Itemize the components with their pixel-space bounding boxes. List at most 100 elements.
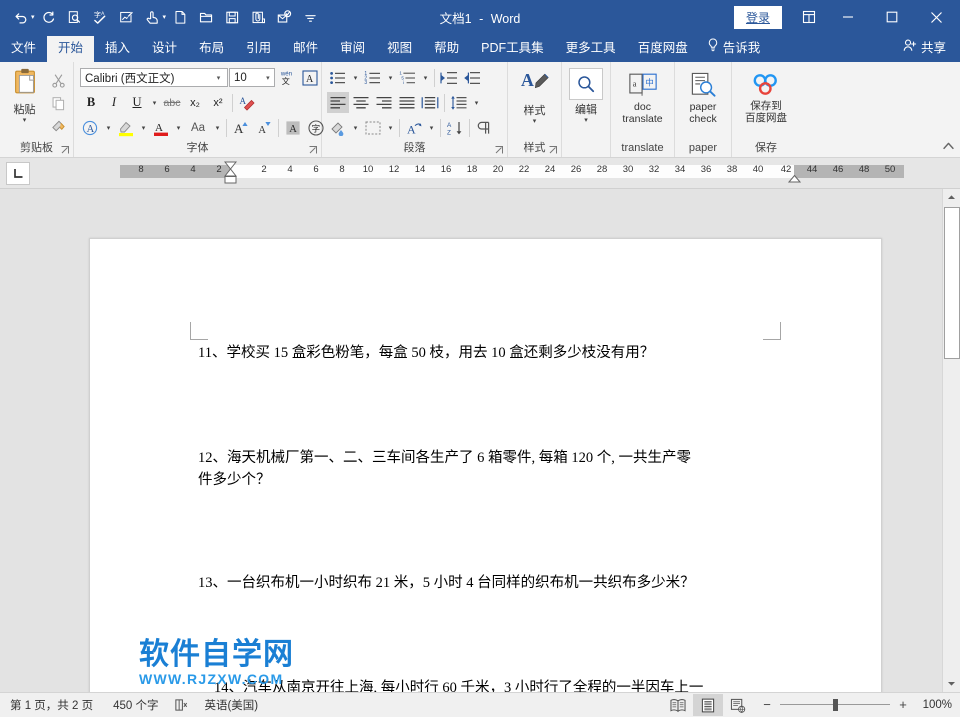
customize-qat-icon[interactable] <box>297 4 323 30</box>
ribbon-display-options-icon[interactable] <box>792 2 826 32</box>
print-layout-view-button[interactable] <box>693 694 723 716</box>
format-painter-icon[interactable] <box>46 115 70 137</box>
cn-layout-dropdown-icon[interactable]: ▾ <box>426 117 437 138</box>
left-indent-marker[interactable] <box>224 176 237 184</box>
document-text-body[interactable]: 11、学校买 15 盒彩色粉笔，每盒 50 枝，用去 10 盒还剩多少枝没有用？… <box>90 239 881 692</box>
collapse-ribbon-icon[interactable] <box>942 140 956 154</box>
text-effects-dropdown-icon[interactable]: ▾ <box>103 117 114 138</box>
font-color-icon[interactable]: A <box>150 117 172 138</box>
highlight-color-dropdown-icon[interactable]: ▾ <box>138 117 149 138</box>
font-dialog-launcher-icon[interactable] <box>308 145 318 155</box>
word-count[interactable]: 450 个字 <box>103 697 168 713</box>
zoom-slider-handle[interactable] <box>833 699 838 711</box>
horizontal-ruler[interactable]: 8 6 4 2 2 4 6 8 10 12 14 16 18 20 22 24 … <box>41 162 940 184</box>
document-canvas[interactable]: 11、学校买 15 盒彩色粉笔，每盒 50 枝，用去 10 盒还剩多少枝没有用？… <box>0 189 960 692</box>
underline-dropdown-icon[interactable]: ▾ <box>149 92 160 113</box>
paragraph-13[interactable]: 13、一台织布机一小时织布 21 米，5 小时 4 台同样的织布机一共织布多少米… <box>198 572 788 594</box>
styles-dialog-launcher-icon[interactable] <box>548 145 558 155</box>
touch-mode-dropdown-icon[interactable]: ▾ <box>163 14 167 21</box>
zoom-level-label[interactable]: 100% <box>916 699 952 711</box>
copy-icon[interactable] <box>46 92 70 114</box>
zoom-in-button[interactable]: + <box>897 699 909 711</box>
undo-dropdown-icon[interactable]: ▾ <box>31 14 35 21</box>
open-folder-icon[interactable] <box>193 4 219 30</box>
tab-review[interactable]: 审阅 <box>329 36 376 62</box>
sort-icon[interactable]: AZ <box>444 117 466 138</box>
tab-home[interactable]: 开始 <box>47 36 94 62</box>
attach-icon[interactable] <box>245 4 271 30</box>
bullets-dropdown-icon[interactable]: ▾ <box>350 67 361 88</box>
paragraph-11[interactable]: 11、学校买 15 盒彩色粉笔，每盒 50 枝，用去 10 盒还剩多少枝没有用？ <box>198 342 778 364</box>
send-mail-icon[interactable] <box>271 4 297 30</box>
tell-me-box[interactable]: 告诉我 <box>699 32 771 62</box>
clipboard-dialog-launcher-icon[interactable] <box>60 145 70 155</box>
save-to-baidu-button[interactable]: 保存到 百度网盘 <box>738 68 794 124</box>
line-spacing-icon[interactable] <box>448 92 470 113</box>
font-size-dropdown-icon[interactable]: ▾ <box>262 74 274 82</box>
shading-dropdown-icon[interactable]: ▾ <box>350 117 361 138</box>
maximize-button[interactable] <box>870 1 914 33</box>
superscript-button[interactable]: x² <box>207 92 229 113</box>
tab-help[interactable]: 帮助 <box>423 36 470 62</box>
tab-file[interactable]: 文件 <box>0 36 47 62</box>
tab-design[interactable]: 设计 <box>141 36 188 62</box>
save-icon[interactable] <box>219 4 245 30</box>
bullets-icon[interactable] <box>327 67 349 88</box>
highlight-color-icon[interactable] <box>115 117 137 138</box>
print-preview-icon[interactable] <box>62 4 88 30</box>
paste-button[interactable]: 粘贴 ▾ <box>3 66 46 124</box>
underline-button[interactable]: U <box>126 92 148 113</box>
cn-layout-icon[interactable]: A <box>403 117 425 138</box>
read-mode-view-button[interactable] <box>663 694 693 716</box>
line-spacing-dropdown-icon[interactable]: ▾ <box>471 92 482 113</box>
new-file-icon[interactable] <box>167 4 193 30</box>
language-indicator[interactable]: 英语(美国) <box>194 697 268 713</box>
multilevel-list-icon[interactable]: 15i <box>397 67 419 88</box>
change-case-dropdown-icon[interactable]: ▾ <box>212 117 223 138</box>
paper-check-button[interactable]: paper check <box>678 68 728 125</box>
align-center-icon[interactable] <box>350 92 372 113</box>
tab-layout[interactable]: 布局 <box>188 36 235 62</box>
tab-view[interactable]: 视图 <box>376 36 423 62</box>
strikethrough-button[interactable]: abc <box>161 92 183 113</box>
styles-button[interactable]: A 样式 ▾ <box>512 66 558 125</box>
chart-edit-icon[interactable] <box>114 4 140 30</box>
doc-translate-button[interactable]: a中 doc translate <box>615 68 671 125</box>
paste-dropdown-icon[interactable]: ▾ <box>23 118 27 124</box>
change-case-button[interactable]: Aa <box>185 117 211 138</box>
scrollbar-thumb[interactable] <box>944 207 960 359</box>
font-name-dropdown-icon[interactable]: ▾ <box>212 74 225 82</box>
multilevel-list-dropdown-icon[interactable]: ▾ <box>420 67 431 88</box>
cut-icon[interactable] <box>46 69 70 91</box>
styles-dropdown-icon[interactable]: ▾ <box>533 118 537 125</box>
text-effects-icon[interactable]: A <box>80 117 102 138</box>
minimize-button[interactable] <box>826 1 870 33</box>
phonetic-guide-icon[interactable]: wén文 <box>276 67 298 88</box>
shrink-font-icon[interactable]: A <box>253 117 275 138</box>
show-formatting-marks-icon[interactable] <box>473 117 495 138</box>
zoom-slider[interactable] <box>780 699 890 711</box>
paragraph-12[interactable]: 12、海天机械厂第一、二、三车间各生产了 6 箱零件, 每箱 120 个, 一共… <box>198 447 788 491</box>
shading-icon[interactable] <box>327 117 349 138</box>
share-button[interactable]: 共享 <box>897 32 960 62</box>
character-shading-icon[interactable]: A <box>282 117 304 138</box>
bold-button[interactable]: B <box>80 92 102 113</box>
tab-insert[interactable]: 插入 <box>94 36 141 62</box>
font-name-combo[interactable]: Calibri (西文正文) ▾ <box>80 68 228 87</box>
zoom-out-button[interactable]: − <box>761 699 773 711</box>
decrease-indent-icon[interactable] <box>438 67 460 88</box>
sign-in-button[interactable]: 登录 <box>734 6 782 29</box>
subscript-button[interactable]: x₂ <box>184 92 206 113</box>
italic-button[interactable]: I <box>103 92 125 113</box>
font-color-dropdown-icon[interactable]: ▾ <box>173 117 184 138</box>
editing-button[interactable]: 编辑 ▾ <box>565 66 607 124</box>
scroll-up-arrow-icon[interactable] <box>943 189 960 206</box>
spelling-check-icon[interactable]: 字A <box>88 4 114 30</box>
character-border-icon[interactable]: A <box>299 67 321 88</box>
redo-icon[interactable] <box>36 4 62 30</box>
borders-icon[interactable] <box>362 117 384 138</box>
align-left-icon[interactable] <box>327 92 349 113</box>
tab-mailings[interactable]: 邮件 <box>282 36 329 62</box>
numbering-dropdown-icon[interactable]: ▾ <box>385 67 396 88</box>
tab-stop-selector[interactable] <box>6 162 30 185</box>
